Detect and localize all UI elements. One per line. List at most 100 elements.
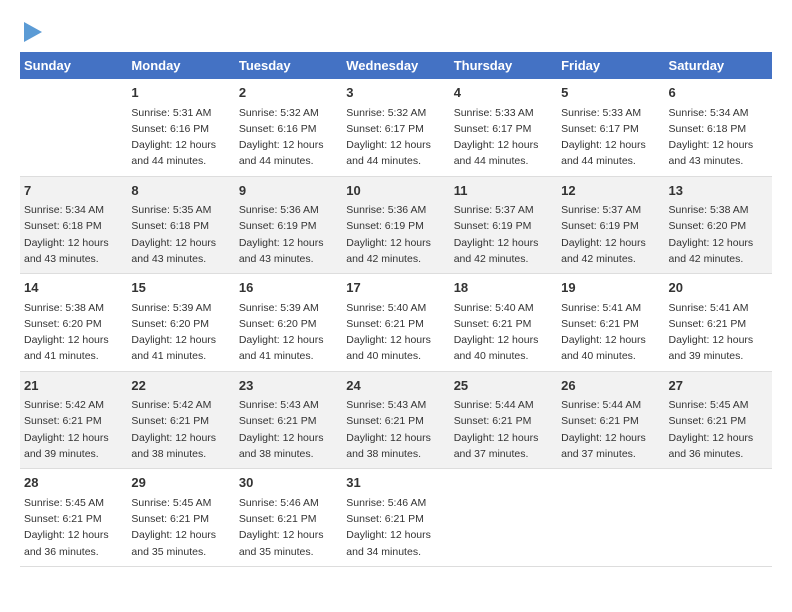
calendar-cell: 22Sunrise: 5:42 AMSunset: 6:21 PMDayligh… — [127, 371, 234, 469]
day-info: Sunrise: 5:45 AMSunset: 6:21 PMDaylight:… — [669, 397, 768, 462]
calendar-cell: 9Sunrise: 5:36 AMSunset: 6:19 PMDaylight… — [235, 176, 342, 274]
calendar-cell: 6Sunrise: 5:34 AMSunset: 6:18 PMDaylight… — [665, 79, 772, 176]
day-number: 6 — [669, 83, 768, 103]
day-number: 4 — [454, 83, 553, 103]
day-info: Sunrise: 5:32 AMSunset: 6:17 PMDaylight:… — [346, 105, 445, 170]
calendar-cell: 29Sunrise: 5:45 AMSunset: 6:21 PMDayligh… — [127, 469, 234, 567]
calendar-cell: 12Sunrise: 5:37 AMSunset: 6:19 PMDayligh… — [557, 176, 664, 274]
calendar-cell: 7Sunrise: 5:34 AMSunset: 6:18 PMDaylight… — [20, 176, 127, 274]
day-info: Sunrise: 5:40 AMSunset: 6:21 PMDaylight:… — [454, 300, 553, 365]
calendar-cell: 1Sunrise: 5:31 AMSunset: 6:16 PMDaylight… — [127, 79, 234, 176]
day-number: 24 — [346, 376, 445, 396]
calendar-cell: 14Sunrise: 5:38 AMSunset: 6:20 PMDayligh… — [20, 274, 127, 372]
day-info: Sunrise: 5:31 AMSunset: 6:16 PMDaylight:… — [131, 105, 230, 170]
day-number: 3 — [346, 83, 445, 103]
calendar-cell: 24Sunrise: 5:43 AMSunset: 6:21 PMDayligh… — [342, 371, 449, 469]
day-info: Sunrise: 5:34 AMSunset: 6:18 PMDaylight:… — [669, 105, 768, 170]
day-number: 14 — [24, 278, 123, 298]
day-info: Sunrise: 5:38 AMSunset: 6:20 PMDaylight:… — [669, 202, 768, 267]
calendar-cell — [20, 79, 127, 176]
day-number: 23 — [239, 376, 338, 396]
day-number: 19 — [561, 278, 660, 298]
day-info: Sunrise: 5:36 AMSunset: 6:19 PMDaylight:… — [346, 202, 445, 267]
page-header — [20, 20, 772, 42]
day-info: Sunrise: 5:45 AMSunset: 6:21 PMDaylight:… — [131, 495, 230, 560]
calendar-cell: 18Sunrise: 5:40 AMSunset: 6:21 PMDayligh… — [450, 274, 557, 372]
day-number: 20 — [669, 278, 768, 298]
day-info: Sunrise: 5:32 AMSunset: 6:16 PMDaylight:… — [239, 105, 338, 170]
day-info: Sunrise: 5:38 AMSunset: 6:20 PMDaylight:… — [24, 300, 123, 365]
day-info: Sunrise: 5:39 AMSunset: 6:20 PMDaylight:… — [131, 300, 230, 365]
header-cell-sunday: Sunday — [20, 52, 127, 79]
week-row-1: 7Sunrise: 5:34 AMSunset: 6:18 PMDaylight… — [20, 176, 772, 274]
day-number: 13 — [669, 181, 768, 201]
header-cell-monday: Monday — [127, 52, 234, 79]
day-number: 16 — [239, 278, 338, 298]
day-number: 8 — [131, 181, 230, 201]
header-cell-tuesday: Tuesday — [235, 52, 342, 79]
day-number: 2 — [239, 83, 338, 103]
calendar-cell: 21Sunrise: 5:42 AMSunset: 6:21 PMDayligh… — [20, 371, 127, 469]
calendar-cell: 2Sunrise: 5:32 AMSunset: 6:16 PMDaylight… — [235, 79, 342, 176]
calendar-cell: 27Sunrise: 5:45 AMSunset: 6:21 PMDayligh… — [665, 371, 772, 469]
day-info: Sunrise: 5:42 AMSunset: 6:21 PMDaylight:… — [131, 397, 230, 462]
day-number: 12 — [561, 181, 660, 201]
day-number: 18 — [454, 278, 553, 298]
day-number: 21 — [24, 376, 123, 396]
calendar-cell: 16Sunrise: 5:39 AMSunset: 6:20 PMDayligh… — [235, 274, 342, 372]
calendar-cell — [450, 469, 557, 567]
day-info: Sunrise: 5:43 AMSunset: 6:21 PMDaylight:… — [346, 397, 445, 462]
day-info: Sunrise: 5:42 AMSunset: 6:21 PMDaylight:… — [24, 397, 123, 462]
day-info: Sunrise: 5:46 AMSunset: 6:21 PMDaylight:… — [239, 495, 338, 560]
day-info: Sunrise: 5:44 AMSunset: 6:21 PMDaylight:… — [561, 397, 660, 462]
header-cell-friday: Friday — [557, 52, 664, 79]
day-info: Sunrise: 5:33 AMSunset: 6:17 PMDaylight:… — [561, 105, 660, 170]
day-info: Sunrise: 5:35 AMSunset: 6:18 PMDaylight:… — [131, 202, 230, 267]
calendar-table: SundayMondayTuesdayWednesdayThursdayFrid… — [20, 52, 772, 567]
calendar-body: 1Sunrise: 5:31 AMSunset: 6:16 PMDaylight… — [20, 79, 772, 566]
day-number: 31 — [346, 473, 445, 493]
day-info: Sunrise: 5:36 AMSunset: 6:19 PMDaylight:… — [239, 202, 338, 267]
day-number: 10 — [346, 181, 445, 201]
day-info: Sunrise: 5:39 AMSunset: 6:20 PMDaylight:… — [239, 300, 338, 365]
week-row-2: 14Sunrise: 5:38 AMSunset: 6:20 PMDayligh… — [20, 274, 772, 372]
day-info: Sunrise: 5:45 AMSunset: 6:21 PMDaylight:… — [24, 495, 123, 560]
day-info: Sunrise: 5:44 AMSunset: 6:21 PMDaylight:… — [454, 397, 553, 462]
calendar-cell: 19Sunrise: 5:41 AMSunset: 6:21 PMDayligh… — [557, 274, 664, 372]
calendar-cell: 30Sunrise: 5:46 AMSunset: 6:21 PMDayligh… — [235, 469, 342, 567]
day-number: 30 — [239, 473, 338, 493]
day-number: 9 — [239, 181, 338, 201]
day-number: 17 — [346, 278, 445, 298]
calendar-cell: 8Sunrise: 5:35 AMSunset: 6:18 PMDaylight… — [127, 176, 234, 274]
day-number: 1 — [131, 83, 230, 103]
calendar-cell: 17Sunrise: 5:40 AMSunset: 6:21 PMDayligh… — [342, 274, 449, 372]
calendar-cell: 28Sunrise: 5:45 AMSunset: 6:21 PMDayligh… — [20, 469, 127, 567]
header-row: SundayMondayTuesdayWednesdayThursdayFrid… — [20, 52, 772, 79]
calendar-cell: 5Sunrise: 5:33 AMSunset: 6:17 PMDaylight… — [557, 79, 664, 176]
day-info: Sunrise: 5:33 AMSunset: 6:17 PMDaylight:… — [454, 105, 553, 170]
calendar-cell: 3Sunrise: 5:32 AMSunset: 6:17 PMDaylight… — [342, 79, 449, 176]
day-info: Sunrise: 5:41 AMSunset: 6:21 PMDaylight:… — [561, 300, 660, 365]
day-number: 22 — [131, 376, 230, 396]
calendar-header: SundayMondayTuesdayWednesdayThursdayFrid… — [20, 52, 772, 79]
calendar-cell — [557, 469, 664, 567]
calendar-cell: 20Sunrise: 5:41 AMSunset: 6:21 PMDayligh… — [665, 274, 772, 372]
day-number: 26 — [561, 376, 660, 396]
calendar-cell: 15Sunrise: 5:39 AMSunset: 6:20 PMDayligh… — [127, 274, 234, 372]
header-cell-saturday: Saturday — [665, 52, 772, 79]
calendar-cell — [665, 469, 772, 567]
day-info: Sunrise: 5:37 AMSunset: 6:19 PMDaylight:… — [454, 202, 553, 267]
calendar-cell: 11Sunrise: 5:37 AMSunset: 6:19 PMDayligh… — [450, 176, 557, 274]
calendar-cell: 25Sunrise: 5:44 AMSunset: 6:21 PMDayligh… — [450, 371, 557, 469]
header-cell-thursday: Thursday — [450, 52, 557, 79]
day-number: 25 — [454, 376, 553, 396]
day-info: Sunrise: 5:41 AMSunset: 6:21 PMDaylight:… — [669, 300, 768, 365]
calendar-cell: 13Sunrise: 5:38 AMSunset: 6:20 PMDayligh… — [665, 176, 772, 274]
day-info: Sunrise: 5:46 AMSunset: 6:21 PMDaylight:… — [346, 495, 445, 560]
day-number: 28 — [24, 473, 123, 493]
calendar-cell: 4Sunrise: 5:33 AMSunset: 6:17 PMDaylight… — [450, 79, 557, 176]
day-number: 29 — [131, 473, 230, 493]
day-number: 7 — [24, 181, 123, 201]
day-number: 5 — [561, 83, 660, 103]
header-cell-wednesday: Wednesday — [342, 52, 449, 79]
